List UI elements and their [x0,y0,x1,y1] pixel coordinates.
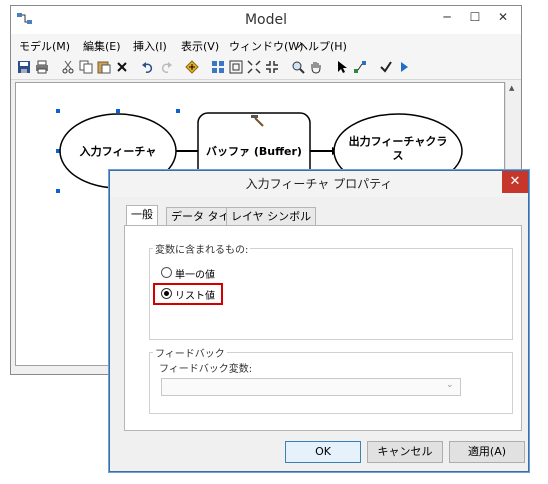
close-icon[interactable]: ✕ [491,6,515,28]
menu-insert[interactable]: 挿入(I) [133,38,167,54]
radio-list-value-label: リスト値 [175,291,215,302]
radio-list-value-button[interactable] [161,288,172,299]
connect-icon[interactable] [353,60,367,74]
validate-icon[interactable] [379,60,393,74]
maximize-icon[interactable]: ☐ [463,6,487,28]
save-icon[interactable] [17,60,31,74]
zoom-fit-icon[interactable] [247,60,261,74]
dialog-close-button[interactable]: ✕ [502,171,528,193]
output-feature-label-line2: ス [392,149,404,162]
radio-selected-dot [164,291,169,296]
pan-icon[interactable] [309,60,323,74]
auto-layout-icon[interactable] [211,60,225,74]
properties-dialog: 入力フィーチャ プロパティ ✕ 一般 データ タイプ レイヤ シンボル 変数に含… [109,170,529,472]
menu-edit[interactable]: 編集(E) [83,38,121,54]
scroll-up-icon[interactable]: ▲ [509,84,514,92]
zoom-icon[interactable] [291,60,305,74]
input-feature-label: 入力フィーチャ [79,145,157,158]
full-extent-icon[interactable] [229,60,243,74]
dialog-title: 入力フィーチャ プロパティ [245,177,393,191]
dialog-body: 一般 データ タイプ レイヤ シンボル 変数に含まれるもの: 単一の値 リスト値… [110,197,528,471]
menu-help[interactable]: ヘルプ(H) [297,38,347,54]
dialog-titlebar[interactable]: 入力フィーチャ プロパティ ✕ [110,171,528,197]
run-icon[interactable] [397,60,411,74]
add-data-icon[interactable] [185,60,199,74]
tab-layer-symbology[interactable]: レイヤ シンボル [226,207,317,225]
toolbar [11,56,521,80]
model-titlebar[interactable]: Model ─ ☐ ✕ [11,6,521,34]
paste-icon[interactable] [97,60,111,74]
ok-button[interactable]: OK [285,441,361,463]
feedback-group-label: フィードバック [153,345,227,360]
redo-icon[interactable] [159,60,173,74]
output-feature-label: 出力フィーチャクラ ス [334,135,462,163]
hammer-icon [249,112,267,128]
output-feature-label-line1: 出力フィーチャクラ [348,135,448,148]
radio-single-value-label: 単一の値 [175,270,215,281]
buffer-tool-label: バッファ (Buffer) [206,145,302,158]
feedback-variable-select[interactable]: ⌄ [161,378,461,396]
variable-contains-group-label: 変数に含まれるもの: [153,241,251,256]
delete-icon[interactable] [115,60,129,74]
feedback-variable-label: フィードバック変数: [159,364,253,375]
select-icon[interactable] [335,60,349,74]
print-icon[interactable] [35,60,49,74]
tab-panel-general: 変数に含まれるもの: 単一の値 リスト値 フィードバック フィードバック変数: … [124,225,522,431]
radio-single-value-button[interactable] [161,267,172,278]
cut-icon[interactable] [61,60,75,74]
menu-view[interactable]: 表示(V) [181,38,219,54]
apply-button[interactable]: 適用(A) [449,441,525,463]
menu-window[interactable]: ウィンドウ(W) [229,38,303,54]
cancel-button[interactable]: キャンセル [367,441,443,463]
fixed-zoom-icon[interactable] [265,60,279,74]
copy-icon[interactable] [79,60,93,74]
undo-icon[interactable] [141,60,155,74]
menu-bar: モデル(M) 編集(E) 挿入(I) 表示(V) ウィンドウ(W) ヘルプ(H) [11,34,521,56]
minimize-icon[interactable]: ─ [435,6,459,28]
tab-general[interactable]: 一般 [126,205,158,226]
chevron-down-icon[interactable]: ⌄ [446,380,454,390]
menu-model[interactable]: モデル(M) [19,38,70,54]
